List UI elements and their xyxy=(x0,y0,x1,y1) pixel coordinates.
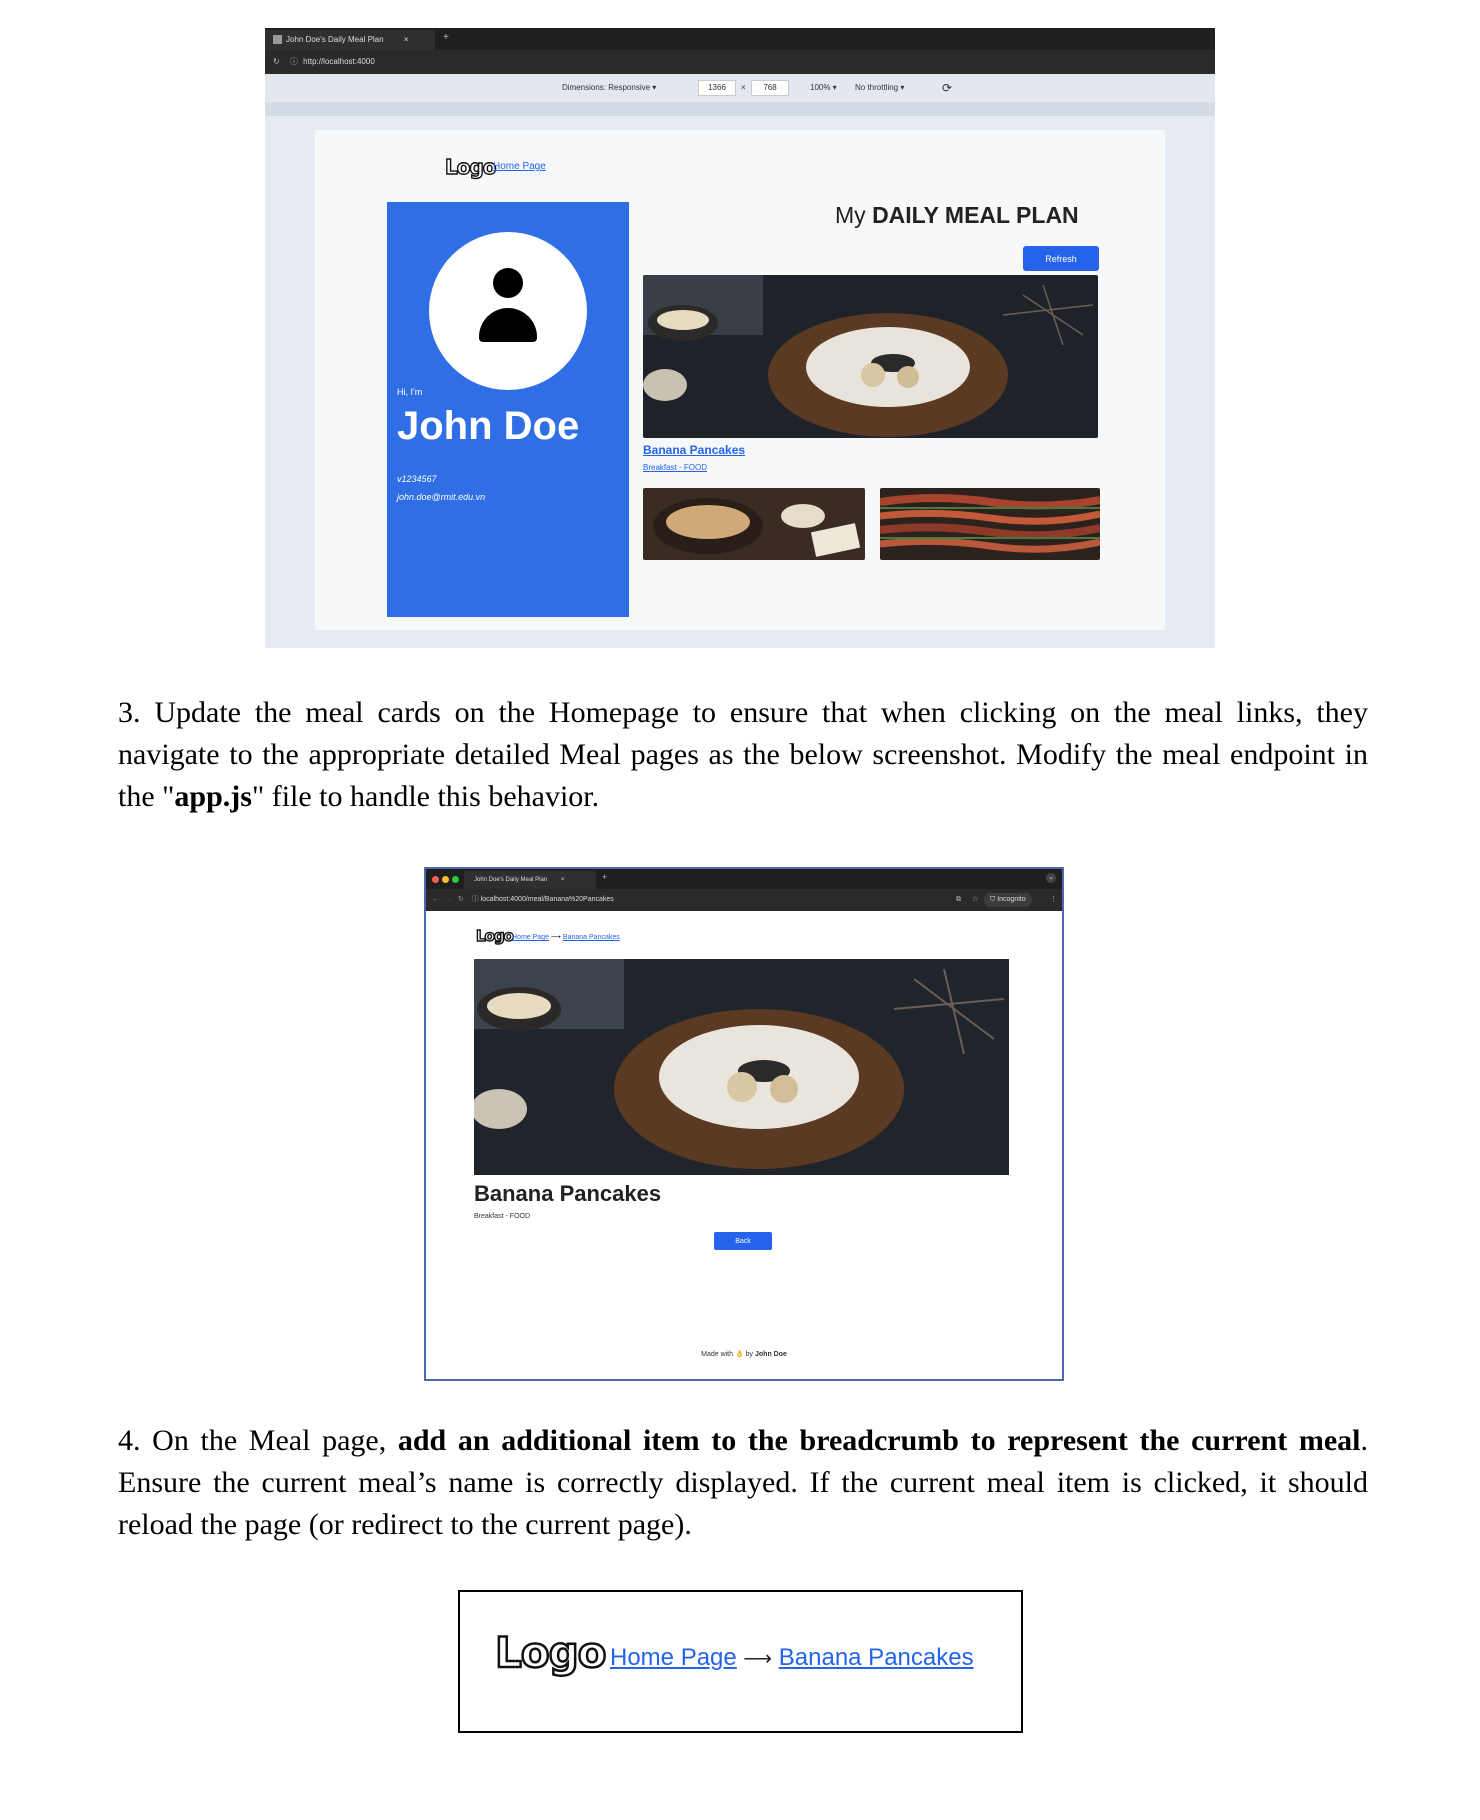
breadcrumb-home-link[interactable]: Home Page xyxy=(512,934,549,941)
tab-title: John Doe's Daily Meal Plan xyxy=(474,877,548,883)
page-viewport: Logo Home Page Hi, I'm John Doe v1234567… xyxy=(315,130,1165,630)
logo[interactable]: Logo xyxy=(444,154,497,179)
breadcrumb-home-link[interactable]: Home Page xyxy=(610,1644,737,1671)
maximize-window-icon[interactable] xyxy=(452,876,459,883)
reload-icon[interactable]: ↻ xyxy=(458,896,464,903)
times-sign: × xyxy=(741,83,746,92)
breadcrumb: Home Page ⟶ Banana Pancakes xyxy=(512,933,620,941)
tab-close-icon[interactable]: × xyxy=(404,35,409,44)
pancakes-photo xyxy=(471,959,1009,1175)
incognito-icon: ⛉ xyxy=(990,896,996,903)
new-tab-icon[interactable]: + xyxy=(443,32,449,43)
url-text: localhost:4000/meal/Banana%20Pancakes xyxy=(480,896,614,903)
breadcrumb-arrow-icon: ⟶ xyxy=(550,934,561,941)
profile-email: john.doe@rmit.edu.vn xyxy=(397,492,486,502)
meal-category: Breakfast - FOOD xyxy=(474,1213,531,1220)
breadcrumb: Home Page ⟶ Banana Pancakes xyxy=(610,1644,974,1672)
meal-page-screenshot: John Doe's Daily Meal Plan × + ⌄ ← → ↻ ⓘ… xyxy=(424,867,1064,1381)
breadcrumb-current-link[interactable]: Banana Pancakes xyxy=(779,1644,974,1671)
translate-icon[interactable]: ⧉ xyxy=(956,889,961,911)
meal-title: Banana Pancakes xyxy=(474,1181,662,1206)
url-bar[interactable]: ← → ↻ ⓘ localhost:4000/meal/Banana%20Pan… xyxy=(426,889,1062,911)
site-info-icon[interactable]: ⓘ xyxy=(290,57,298,66)
homepage-screenshot: John Doe's Daily Meal Plan × + ↻ ⓘ http:… xyxy=(265,28,1215,648)
width-input[interactable]: 1366 xyxy=(698,80,736,96)
instruction-step-3: 3. Update the meal cards on the Homepage… xyxy=(118,696,1368,813)
page-title: My DAILY MEAL PLAN xyxy=(835,202,1079,228)
logo[interactable]: Logo xyxy=(494,1627,608,1679)
footer: Made with 👌 by John Doe xyxy=(701,1351,787,1358)
browser-tab-bar: John Doe's Daily Meal Plan × + xyxy=(265,28,1215,50)
back-nav-icon[interactable]: ← xyxy=(432,896,439,903)
dimensions-select[interactable]: Dimensions: Responsive ▾ xyxy=(562,74,656,102)
meal-category-link[interactable]: Breakfast - FOOD xyxy=(643,463,707,472)
breadcrumb-current-link[interactable]: Banana Pancakes xyxy=(563,934,620,941)
rotate-icon[interactable]: ⟳ xyxy=(942,74,952,102)
height-input[interactable]: 768 xyxy=(751,80,789,96)
profile-id: v1234567 xyxy=(397,474,437,484)
close-window-icon[interactable] xyxy=(432,876,439,883)
breadcrumb-home-link[interactable]: Home Page xyxy=(493,161,546,172)
incognito-badge[interactable]: ⛉ Incognito xyxy=(984,893,1032,907)
browser-tab[interactable]: John Doe's Daily Meal Plan × xyxy=(464,871,596,889)
instruction-step-4: 4. On the Meal page, add an additional i… xyxy=(118,1424,1368,1541)
profile-greeting: Hi, I'm xyxy=(397,387,423,397)
favicon-icon xyxy=(273,35,282,45)
meal-image[interactable] xyxy=(643,488,865,560)
pancakes-photo xyxy=(643,275,1098,438)
zoom-select[interactable]: 100% ▾ xyxy=(810,74,837,102)
forward-nav-icon[interactable]: → xyxy=(445,896,452,903)
hand-icon: 👌 xyxy=(734,1351,744,1358)
tab-title: John Doe's Daily Meal Plan xyxy=(286,35,384,44)
coffee-photo xyxy=(643,488,865,560)
logo[interactable]: Logo xyxy=(475,926,514,945)
minimize-window-icon[interactable] xyxy=(442,876,449,883)
devtools-ruler xyxy=(265,102,1215,116)
reload-icon[interactable]: ↻ xyxy=(273,57,280,66)
url-bar[interactable]: ↻ ⓘ http://localhost:4000 xyxy=(265,50,1215,74)
avatar xyxy=(429,232,587,390)
refresh-button[interactable]: Refresh xyxy=(1023,246,1099,271)
devtools-device-toolbar: Dimensions: Responsive ▾ 1366 × 768 100%… xyxy=(265,74,1215,102)
footer-author: John Doe xyxy=(755,1351,787,1358)
new-tab-icon[interactable]: + xyxy=(602,872,607,882)
tab-close-icon[interactable]: × xyxy=(561,877,565,883)
meal-image xyxy=(471,959,1009,1175)
meal-title-link[interactable]: Banana Pancakes xyxy=(643,443,745,457)
browser-tab[interactable]: John Doe's Daily Meal Plan × xyxy=(265,30,435,50)
bacon-photo xyxy=(880,488,1100,560)
profile-card: Hi, I'm John Doe v1234567 john.doe@rmit.… xyxy=(387,202,629,617)
meal-image[interactable] xyxy=(643,275,1098,438)
meal-image[interactable] xyxy=(880,488,1100,560)
more-menu-icon[interactable]: ⋮ xyxy=(1050,889,1057,911)
url-text: http://localhost:4000 xyxy=(303,57,375,66)
site-info-icon[interactable]: ⓘ xyxy=(472,896,479,903)
breadcrumb-arrow-icon: ⟶ xyxy=(743,1648,773,1670)
browser-tab-bar: John Doe's Daily Meal Plan × + ⌄ xyxy=(426,869,1062,889)
breadcrumb-screenshot: Logo Home Page ⟶ Banana Pancakes xyxy=(458,1590,1023,1733)
user-icon xyxy=(493,268,523,298)
bookmark-star-icon[interactable]: ☆ xyxy=(972,889,978,911)
tab-search-icon[interactable]: ⌄ xyxy=(1046,873,1056,883)
back-button[interactable]: Back xyxy=(714,1232,772,1250)
throttling-select[interactable]: No throttling ▾ xyxy=(855,74,904,102)
profile-name: John Doe xyxy=(397,404,580,448)
